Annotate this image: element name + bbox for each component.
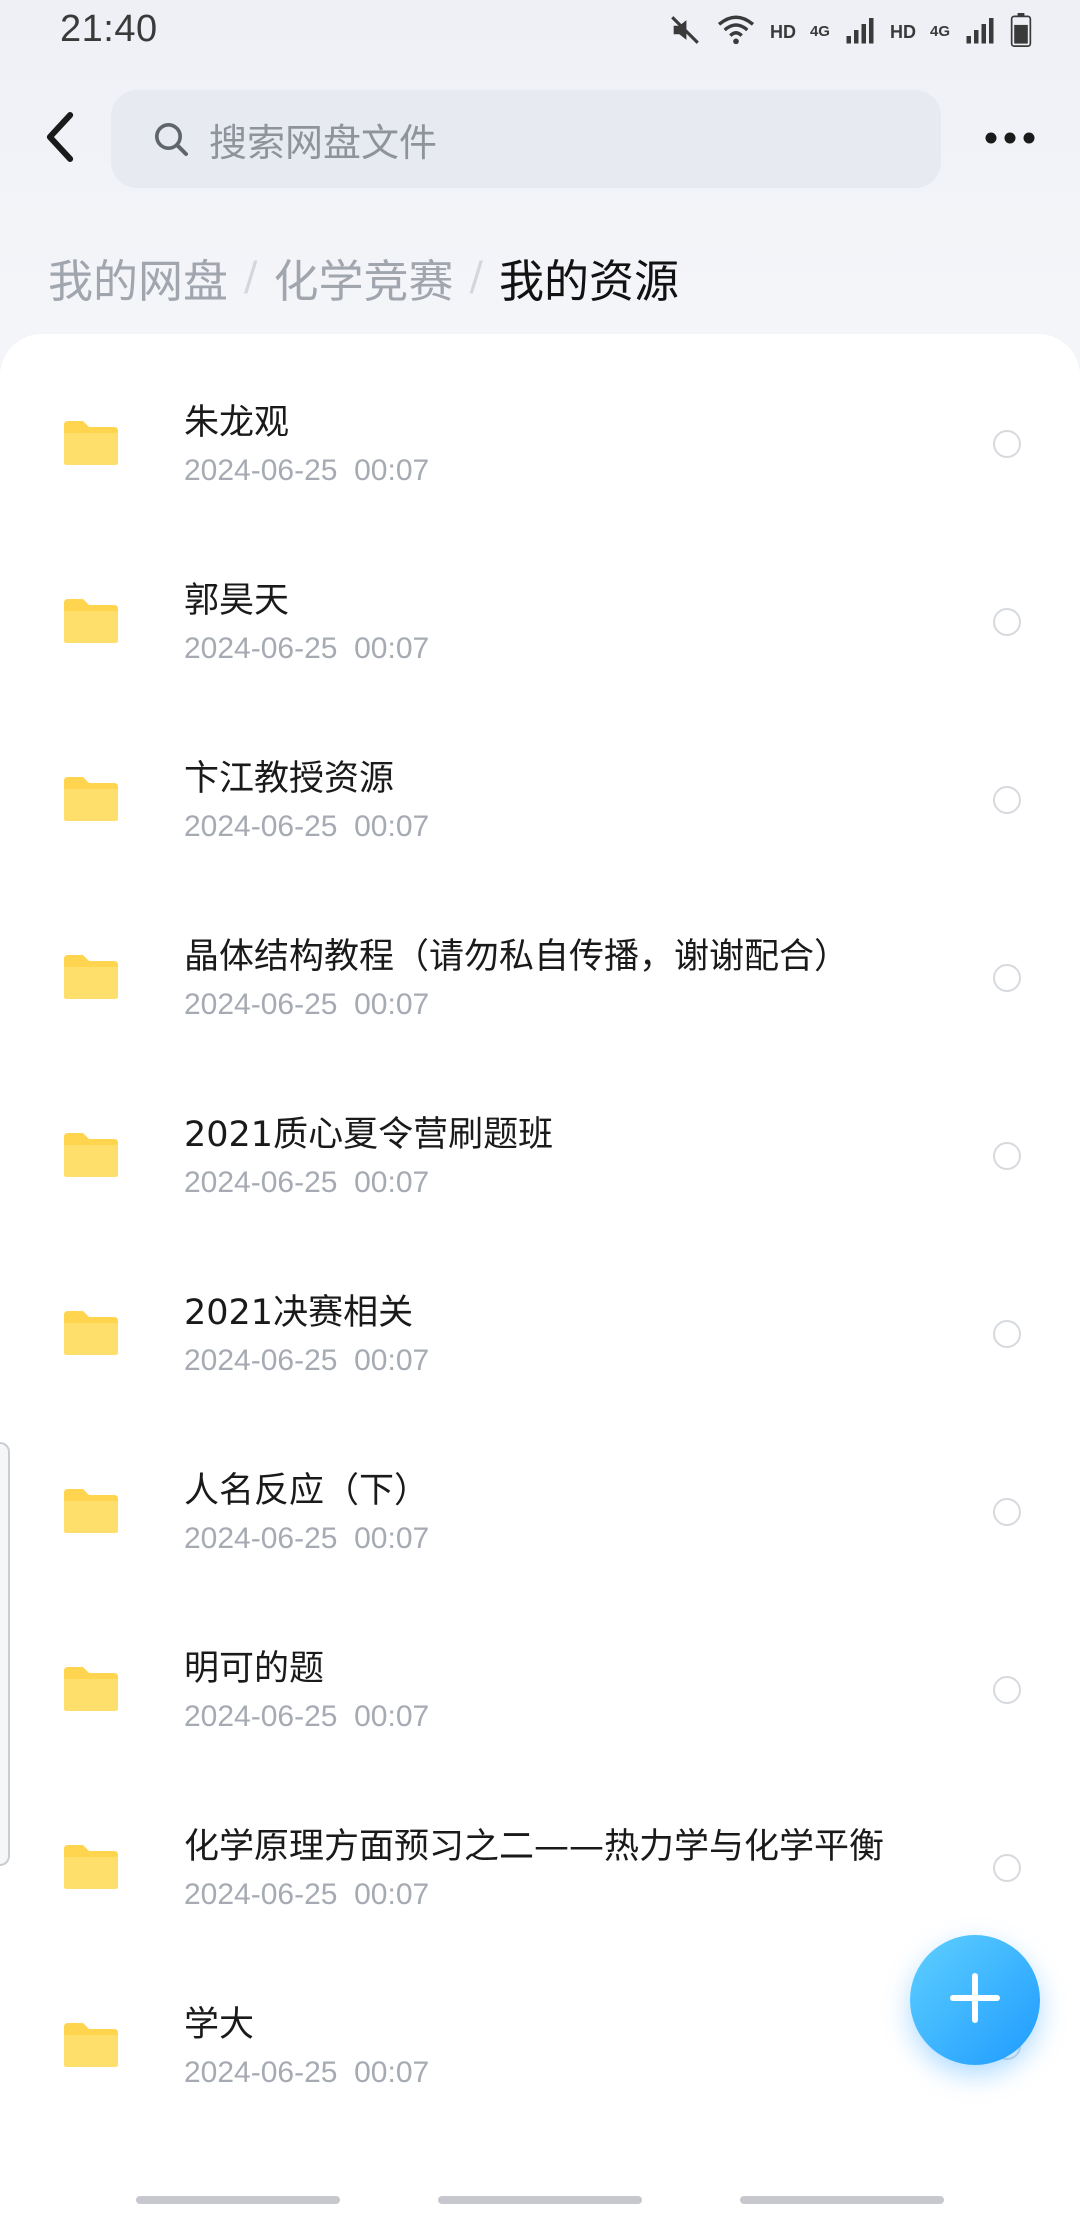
file-name: 明可的题: [184, 1649, 325, 1689]
battery-icon: [1010, 13, 1032, 51]
file-name: 卞江教授资源: [184, 759, 395, 799]
more-horizontal-icon: [984, 130, 1036, 149]
breadcrumb-item-my-drive[interactable]: 我的网盘: [48, 245, 228, 310]
file-date: 2024-06-25 00:07: [184, 632, 430, 665]
list-item[interactable]: 人名反应（下） 2024-06-25 00:07: [0, 1402, 1080, 1580]
breadcrumb: 我的网盘 / 化学竞赛 / 我的资源: [48, 242, 679, 312]
search-placeholder: 搜索网盘文件: [209, 120, 438, 165]
file-name: 化学原理方面预习之二——热力学与化学平衡: [184, 1827, 885, 1867]
select-checkbox[interactable]: [993, 964, 1021, 992]
list-item[interactable]: 2021质心夏令营刷题班 2024-06-25 00:07: [0, 1046, 1080, 1224]
select-checkbox[interactable]: [993, 1320, 1021, 1348]
network-label-2: 4G: [929, 23, 950, 40]
status-icons: HD 4G HD 4G: [668, 13, 1032, 51]
list-item[interactable]: 卞江教授资源 2024-06-25 00:07: [0, 690, 1080, 868]
status-bar: 21:40 HD 4G HD 4G: [0, 0, 1080, 62]
folder-icon: [62, 597, 120, 645]
select-checkbox[interactable]: [993, 1676, 1021, 1704]
folder-icon: [62, 419, 120, 467]
list-item[interactable]: 晶体结构教程（请勿私自传播，谢谢配合） 2024-06-25 00:07: [0, 868, 1080, 1046]
file-date: 2024-06-25 00:07: [184, 1166, 430, 1199]
wifi-icon: [716, 13, 756, 51]
nav-home-button[interactable]: [438, 2196, 642, 2204]
select-checkbox[interactable]: [993, 1142, 1021, 1170]
search-icon: [151, 119, 191, 159]
file-date: 2024-06-25 00:07: [184, 1700, 430, 1733]
list-item[interactable]: 明可的题 2024-06-25 00:07: [0, 1580, 1080, 1758]
nav-recents-button[interactable]: [136, 2196, 340, 2204]
plus-icon: [947, 1970, 1003, 2030]
file-name: 郭昊天: [184, 581, 290, 621]
hd-label: HD: [769, 21, 796, 42]
select-checkbox[interactable]: [993, 786, 1021, 814]
breadcrumb-separator: /: [244, 254, 258, 300]
file-date: 2024-06-25 00:07: [184, 2056, 430, 2089]
select-checkbox[interactable]: [993, 1854, 1021, 1882]
list-item[interactable]: 郭昊天 2024-06-25 00:07: [0, 512, 1080, 690]
breadcrumb-item-current: 我的资源: [499, 254, 680, 308]
breadcrumb-item-chem-competition[interactable]: 化学竞赛: [274, 245, 454, 310]
file-date: 2024-06-25 00:07: [184, 1344, 430, 1377]
nav-back-button[interactable]: [740, 2196, 944, 2204]
folder-icon: [62, 1843, 120, 1891]
file-name: 人名反应（下）: [184, 1471, 430, 1511]
list-item[interactable]: 2021决赛相关 2024-06-25 00:07: [0, 1224, 1080, 1402]
signal-icon-2: [964, 15, 996, 49]
file-name: 学大: [184, 2005, 255, 2045]
list-item[interactable]: 化学原理方面预习之二——热力学与化学平衡 2024-06-25 00:07: [0, 1758, 1080, 1936]
status-time: 21:40: [60, 8, 158, 50]
file-date: 2024-06-25 00:07: [184, 1878, 430, 1911]
chevron-left-icon: [43, 110, 77, 168]
select-checkbox[interactable]: [993, 608, 1021, 636]
list-item[interactable]: 朱龙观 2024-06-25 00:07: [0, 334, 1080, 512]
file-date: 2024-06-25 00:07: [184, 988, 430, 1021]
mute-icon: [668, 13, 702, 51]
folder-icon: [62, 775, 120, 823]
folder-icon: [62, 953, 120, 1001]
add-button[interactable]: [910, 1935, 1040, 2065]
file-name: 晶体结构教程（请勿私自传播，谢谢配合）: [184, 937, 850, 977]
back-button[interactable]: [30, 104, 90, 174]
file-list: 朱龙观 2024-06-25 00:07 郭昊天 2024-06-25 00:0…: [0, 334, 1080, 2220]
edge-panel-handle[interactable]: [0, 1442, 10, 1866]
search-input[interactable]: 搜索网盘文件: [111, 90, 941, 188]
select-checkbox[interactable]: [993, 430, 1021, 458]
hd-label-2: HD: [889, 21, 916, 42]
signal-icon: [844, 15, 876, 49]
file-date: 2024-06-25 00:07: [184, 454, 430, 487]
folder-icon: [62, 1131, 120, 1179]
select-checkbox[interactable]: [993, 1498, 1021, 1526]
file-name: 朱龙观: [184, 403, 290, 443]
breadcrumb-separator: /: [469, 254, 483, 300]
file-name: 2021质心夏令营刷题班: [184, 1115, 554, 1155]
folder-icon: [62, 1487, 120, 1535]
file-name: 2021决赛相关: [184, 1293, 414, 1333]
file-date: 2024-06-25 00:07: [184, 1522, 430, 1555]
more-button[interactable]: [980, 118, 1040, 160]
folder-icon: [62, 2021, 120, 2069]
folder-icon: [62, 1665, 120, 1713]
file-date: 2024-06-25 00:07: [184, 810, 430, 843]
folder-icon: [62, 1309, 120, 1357]
network-label: 4G: [809, 23, 830, 40]
